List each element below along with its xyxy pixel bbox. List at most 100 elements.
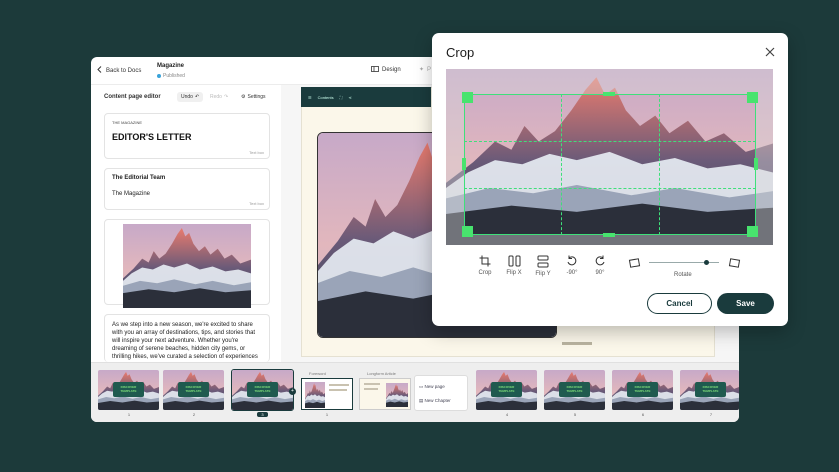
tool-label: 90°: [595, 270, 605, 276]
crop-tool-button[interactable]: Crop: [472, 255, 498, 276]
dialog-title: Crop: [446, 45, 475, 60]
preview-tab[interactable]: ✦ P: [419, 66, 431, 74]
menu-icon[interactable]: ☰: [308, 95, 312, 100]
crop-handle-bottom-left[interactable]: [462, 226, 473, 237]
crop-canvas[interactable]: [446, 69, 773, 245]
layout-icon: [371, 66, 379, 74]
card-type-label: Text box: [249, 150, 264, 155]
page-thumb[interactable]: [359, 378, 411, 410]
status-badge: Published: [157, 73, 185, 79]
cancel-button[interactable]: Cancel: [647, 293, 712, 314]
text-box-card[interactable]: THE MAGAZINE EDITOR'S LETTER Text box: [104, 113, 270, 159]
status-label: Published: [163, 73, 185, 79]
rotate-ccw-tilt-icon[interactable]: [628, 256, 641, 274]
crop-dialog: Crop Crop Flip X Flip Y -90° 90° Rotate …: [432, 33, 788, 326]
card-line-2: The Magazine: [112, 191, 151, 197]
card-paragraph: As we step into a new season, we're exci…: [112, 322, 258, 360]
add-page-icon[interactable]: +: [289, 388, 296, 395]
crop-handle-top-right[interactable]: [747, 92, 758, 103]
book-toolbar: ☰ Contents ⛶ ⋖: [301, 87, 431, 107]
contents-label[interactable]: Contents: [318, 95, 334, 100]
template-thumb[interactable]: DISCOVER TEMPLATE: [544, 370, 605, 410]
new-chapter-item[interactable]: ▤ New Chapter: [419, 398, 451, 404]
design-tab[interactable]: Design: [371, 66, 401, 74]
save-button[interactable]: Save: [717, 293, 774, 314]
rotate-right-button[interactable]: 90°: [587, 255, 613, 276]
crop-handle-top-left[interactable]: [462, 92, 473, 103]
fullscreen-icon[interactable]: ⛶: [340, 95, 343, 100]
flip-y-button[interactable]: Flip Y: [530, 255, 556, 277]
back-label: Back to Docs: [106, 67, 142, 74]
template-thumb[interactable]: DISCOVER TEMPLATE: [476, 370, 537, 410]
new-menu: ▭ New page ▤ New Chapter: [414, 375, 468, 411]
redo-button[interactable]: Redo ↷: [210, 94, 228, 100]
rotate-label: Rotate: [674, 272, 692, 278]
editor-title: Content page editor: [104, 94, 161, 100]
crop-handle-bottom-right[interactable]: [747, 226, 758, 237]
page-text-line: [562, 342, 592, 345]
page-thumb[interactable]: [301, 378, 353, 410]
crop-grid-line: [659, 94, 660, 235]
close-icon[interactable]: [764, 45, 776, 57]
thumb-number: 2: [192, 412, 196, 417]
rotate-left-button[interactable]: -90°: [559, 255, 585, 276]
crop-grid-line: [561, 94, 562, 235]
new-chapter-label: New Chapter: [424, 398, 451, 403]
thumb-number: 7: [709, 412, 713, 417]
crop-handle-bottom[interactable]: [603, 233, 615, 237]
rotate-left-icon: [567, 255, 577, 266]
image-card[interactable]: [104, 219, 270, 305]
thumb-title: DISCOVER TEMPLATE: [113, 382, 144, 397]
settings-button[interactable]: ⚙ Settings: [241, 94, 266, 100]
template-thumb[interactable]: DISCOVER TEMPLATE: [163, 370, 224, 410]
chevron-left-icon: [97, 66, 102, 75]
page-label: Foreword: [309, 371, 326, 376]
thumb-number: 1: [127, 412, 131, 417]
tool-label: -90°: [566, 270, 578, 276]
rotate-cw-tilt-icon[interactable]: [728, 256, 741, 274]
crop-icon: [479, 255, 491, 267]
card-type-label: Text box: [249, 201, 264, 206]
thumb-title: DISCOVER TEMPLATE: [491, 382, 522, 397]
share-icon[interactable]: ⋖: [348, 95, 351, 100]
crop-frame[interactable]: [464, 94, 756, 235]
crop-grid-line: [464, 188, 756, 189]
thumb-number: 4: [505, 412, 509, 417]
back-to-docs-link[interactable]: Back to Docs: [97, 66, 141, 75]
card-overline: THE MAGAZINE: [112, 120, 143, 125]
page-filmstrip: DISCOVER TEMPLATE 1 DISCOVER TEMPLATE 2 …: [91, 362, 739, 422]
settings-label: Settings: [247, 94, 266, 100]
crop-toolbar: Crop Flip X Flip Y -90° 90° Rotate: [432, 255, 788, 285]
thumb-title: DISCOVER TEMPLATE: [559, 382, 590, 397]
flip-x-button[interactable]: Flip X: [501, 255, 527, 276]
crop-grid-line: [464, 141, 756, 142]
thumb-number: 3: [257, 412, 268, 417]
thumb-number: 5: [573, 412, 577, 417]
crop-handle-top[interactable]: [603, 92, 615, 96]
rotate-right-icon: [595, 255, 605, 266]
card-image: [123, 224, 251, 308]
design-label: Design: [382, 67, 401, 73]
thumb-title: DISCOVER TEMPLATE: [627, 382, 658, 397]
crop-handle-right[interactable]: [754, 158, 758, 170]
paragraph-card[interactable]: As we step into a new season, we're exci…: [104, 314, 270, 362]
undo-label: Undo: [181, 94, 193, 100]
flip-y-icon: [537, 255, 549, 268]
content-page-editor: Content page editor Undo ↶ Redo ↷ ⚙ Sett…: [91, 85, 281, 362]
tool-label: Crop: [478, 270, 492, 276]
status-dot-icon: [157, 74, 161, 78]
rotate-slider-knob[interactable]: [703, 260, 709, 265]
new-page-item[interactable]: ▭ New page: [419, 384, 445, 390]
thumb-title: DISCOVER TEMPLATE: [178, 382, 209, 397]
template-thumb[interactable]: DISCOVER TEMPLATE: [98, 370, 159, 410]
gear-icon: ⚙: [241, 94, 246, 100]
new-page-label: New page: [424, 384, 445, 389]
template-thumb[interactable]: DISCOVER TEMPLATE: [612, 370, 673, 410]
template-thumb-selected[interactable]: DISCOVER TEMPLATE: [231, 369, 294, 411]
text-box-card[interactable]: The Editorial Team The Magazine Text box: [104, 168, 270, 210]
thumb-title: DISCOVER TEMPLATE: [695, 382, 726, 397]
template-thumb[interactable]: DISCOVER TEMPLATE: [680, 370, 739, 410]
undo-button[interactable]: Undo ↶: [177, 92, 204, 102]
redo-label: Redo: [210, 94, 222, 100]
crop-handle-left[interactable]: [462, 158, 466, 170]
